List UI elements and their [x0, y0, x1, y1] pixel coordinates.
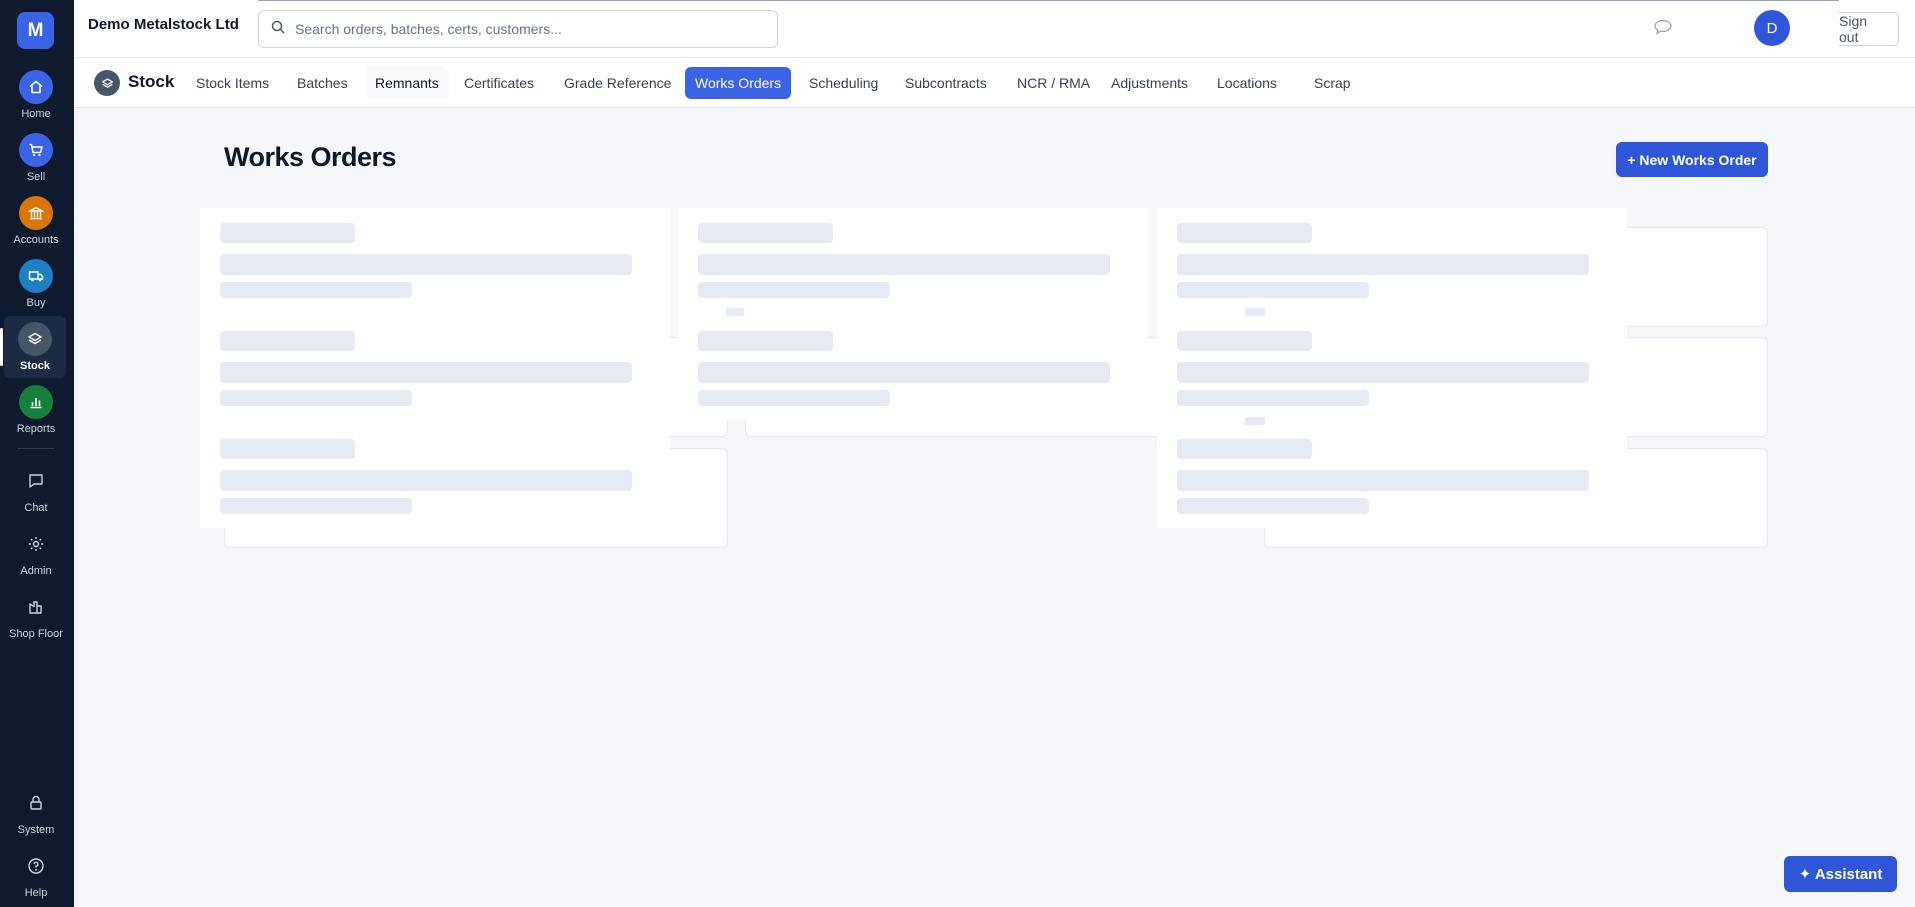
assistant-button[interactable]: ✦ Assistant: [1784, 856, 1897, 892]
sidebar-item-system[interactable]: System: [0, 784, 72, 844]
sidebar-item-home[interactable]: Home: [0, 68, 72, 128]
sidebar-item-accounts[interactable]: Accounts: [0, 194, 72, 254]
skeleton-panel: [200, 208, 670, 528]
sign-out-button[interactable]: Sign out: [1839, 12, 1899, 46]
skeleton-line: [698, 362, 1110, 383]
tab-grade-reference[interactable]: Grade Reference: [554, 67, 681, 99]
sidebar-item-label: Buy: [26, 297, 46, 309]
bank-icon: [19, 196, 53, 230]
factory-icon: [19, 590, 53, 624]
avatar-letter: D: [1766, 19, 1778, 37]
skeleton-line: [220, 470, 632, 491]
skeleton-line: [1177, 282, 1369, 298]
help-icon: [19, 849, 53, 883]
tab-certificates[interactable]: Certificates: [454, 67, 544, 99]
skeleton-line: [1177, 439, 1312, 459]
skeleton-line: [698, 254, 1110, 275]
search-icon: [271, 20, 285, 39]
app-logo[interactable]: M: [17, 12, 54, 49]
sidebar-item-label: Help: [24, 887, 48, 899]
skeleton-line: [220, 498, 412, 514]
gear-icon: [19, 527, 53, 561]
sidebar-item-help[interactable]: Help: [0, 847, 72, 907]
skeleton-line: [220, 439, 355, 459]
page-title: Works Orders: [224, 142, 397, 172]
skeleton-line: [220, 282, 412, 298]
bar-chart-icon: [19, 385, 53, 419]
skeleton-line: [1177, 470, 1589, 491]
skeleton-line: [220, 390, 412, 406]
user-avatar[interactable]: D: [1754, 10, 1790, 46]
skeleton-panel: [678, 208, 1148, 420]
skeleton-fragment: [726, 308, 744, 316]
tab-scrap[interactable]: Scrap: [1304, 67, 1361, 99]
skeleton-line: [1177, 498, 1369, 514]
skeleton-line: [1177, 223, 1312, 243]
skeleton-line: [220, 223, 355, 243]
sidebar-item-label: Sell: [26, 171, 46, 183]
skeleton-line: [1177, 331, 1312, 351]
skeleton-line: [698, 331, 833, 351]
skeleton-line: [1177, 254, 1589, 275]
skeleton-fragment: [1245, 308, 1265, 316]
truck-icon: [19, 259, 53, 293]
skeleton-line: [220, 331, 355, 351]
home-icon: [19, 70, 53, 104]
tab-works-orders[interactable]: Works Orders: [685, 67, 792, 99]
sidebar-item-label: Admin: [20, 565, 52, 577]
sidebar-item-reports[interactable]: Reports: [0, 383, 72, 443]
tab-ncr-rma[interactable]: NCR / RMA: [1007, 67, 1100, 99]
module-tabbar: Stock Stock Items Batches Remnants Certi…: [74, 58, 1915, 108]
skeleton-line: [1177, 390, 1369, 406]
sidebar: M Home Sell Accounts Buy Stock Reports C…: [0, 0, 74, 907]
sidebar-item-shop-floor[interactable]: Shop Floor: [0, 588, 72, 648]
search-input[interactable]: [295, 21, 755, 37]
global-search[interactable]: [258, 10, 778, 48]
sidebar-item-chat[interactable]: Chat: [0, 462, 72, 522]
tab-remnants[interactable]: Remnants: [365, 67, 449, 99]
layers-icon: [94, 70, 120, 96]
sidebar-item-label: Stock: [20, 360, 50, 372]
top-header: Demo Metalstock Ltd D Sign out: [74, 0, 1915, 58]
skeleton-fragment: [1245, 417, 1265, 425]
sidebar-item-buy[interactable]: Buy: [0, 257, 72, 317]
tab-scheduling[interactable]: Scheduling: [799, 67, 888, 99]
skeleton-line: [1177, 362, 1589, 383]
cart-icon: [19, 133, 53, 167]
skeleton-panel: [1157, 208, 1627, 528]
sidebar-item-label: Chat: [24, 502, 48, 514]
logo-letter: M: [27, 19, 44, 41]
module-title: Stock: [128, 72, 175, 91]
skeleton-line: [698, 390, 890, 406]
tab-stock-items[interactable]: Stock Items: [186, 67, 279, 99]
sidebar-item-admin[interactable]: Admin: [0, 525, 72, 585]
messages-icon[interactable]: [1653, 19, 1673, 40]
sidebar-item-label: Accounts: [13, 234, 59, 246]
sidebar-item-label: Reports: [16, 423, 56, 435]
company-name: Demo Metalstock Ltd: [88, 16, 239, 33]
skeleton-line: [698, 282, 890, 298]
sidebar-item-stock[interactable]: Stock: [0, 316, 66, 378]
tab-adjustments[interactable]: Adjustments: [1101, 67, 1198, 99]
new-works-order-button[interactable]: + New Works Order: [1616, 142, 1768, 177]
chat-icon: [19, 464, 53, 498]
skeleton-line: [698, 223, 833, 243]
sidebar-item-sell[interactable]: Sell: [0, 131, 72, 191]
skeleton-line: [220, 362, 632, 383]
tab-locations[interactable]: Locations: [1207, 67, 1287, 99]
tab-batches[interactable]: Batches: [287, 67, 358, 99]
header-top-border: [258, 0, 1839, 1]
sidebar-item-label: Shop Floor: [9, 628, 63, 640]
skeleton-line: [220, 254, 632, 275]
layers-icon: [18, 322, 52, 356]
tab-subcontracts[interactable]: Subcontracts: [895, 67, 997, 99]
sidebar-item-label: Home: [21, 108, 51, 120]
lock-icon: [19, 786, 53, 820]
sidebar-divider: [17, 448, 54, 449]
sidebar-item-label: System: [17, 824, 55, 836]
